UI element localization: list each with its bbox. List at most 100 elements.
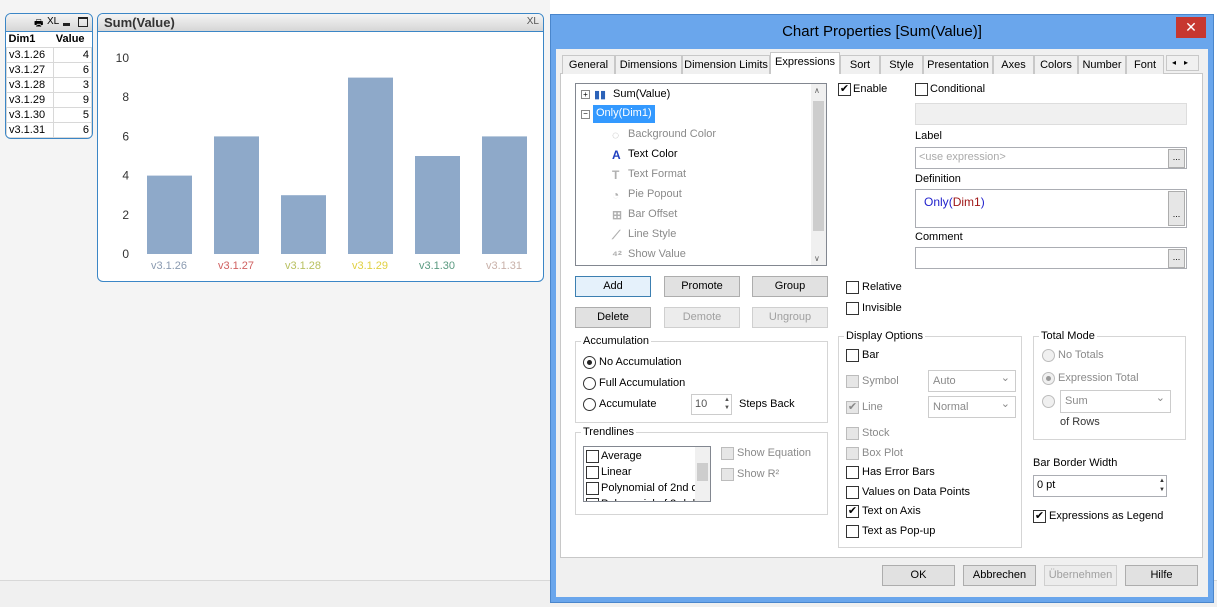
expression-total-radio[interactable] bbox=[1042, 372, 1055, 385]
xl-icon[interactable]: XL bbox=[47, 16, 59, 27]
table-row[interactable]: v3.1.30 5 bbox=[6, 106, 92, 123]
trendline-checkbox[interactable] bbox=[586, 450, 599, 463]
tree-item-text-color[interactable]: Text Color bbox=[628, 148, 678, 160]
box-plot-checkbox[interactable] bbox=[846, 447, 859, 460]
table-row[interactable]: v3.1.27 6 bbox=[6, 61, 92, 78]
cancel-button[interactable]: Abbrechen bbox=[963, 565, 1036, 586]
tab-presentation[interactable]: Presentation bbox=[923, 55, 993, 74]
tree-item-show-value[interactable]: Show Value bbox=[628, 248, 686, 260]
table-row[interactable]: v3.1.31 6 bbox=[6, 121, 92, 138]
tab-general[interactable]: General bbox=[562, 55, 615, 74]
tab-dimension-limits[interactable]: Dimension Limits bbox=[682, 55, 770, 74]
print-icon[interactable]: 🖶 bbox=[34, 16, 43, 33]
tree-item-bar-offset[interactable]: Bar Offset bbox=[628, 208, 677, 220]
bar-checkbox[interactable] bbox=[846, 349, 859, 362]
bar[interactable] bbox=[415, 156, 460, 254]
apply-button[interactable]: Übernehmen bbox=[1044, 565, 1117, 586]
dim1-cell[interactable]: v3.1.28 bbox=[6, 76, 55, 93]
expression-tree[interactable]: + ▮▮ Sum(Value) − Only(Dim1) ◌ Background… bbox=[575, 83, 827, 266]
stock-checkbox[interactable] bbox=[846, 427, 859, 440]
tab-number[interactable]: Number bbox=[1078, 55, 1126, 74]
expressions-as-legend-checkbox[interactable]: ✔ bbox=[1033, 510, 1046, 523]
chart-box[interactable]: Sum(Value) XL 0 2 4 6 8 10 v3.1.26 v3.1.27 v3.1.… bbox=[97, 13, 544, 282]
show-r2-checkbox[interactable] bbox=[721, 468, 734, 481]
dim1-cell[interactable]: v3.1.26 bbox=[6, 46, 55, 63]
invisible-checkbox[interactable] bbox=[846, 302, 859, 315]
stepper-arrows-icon[interactable]: ▲ ▼ bbox=[1159, 477, 1165, 495]
tree-item-background-color[interactable]: Background Color bbox=[628, 128, 716, 140]
scroll-thumb[interactable] bbox=[697, 463, 708, 481]
tree-item-only-dim1[interactable]: Only(Dim1) bbox=[593, 105, 655, 123]
add-button[interactable]: Add bbox=[575, 276, 651, 297]
help-button[interactable]: Hilfe bbox=[1125, 565, 1198, 586]
sum-select[interactable]: Sum bbox=[1060, 388, 1171, 413]
bar-border-width-stepper[interactable]: 0 pt ▲ ▼ bbox=[1033, 475, 1167, 497]
dim1-cell[interactable]: v3.1.31 bbox=[6, 121, 55, 138]
stepper-arrows-icon[interactable]: ▲ ▼ bbox=[724, 396, 730, 412]
scroll-down-icon[interactable]: ∨ bbox=[814, 254, 820, 263]
conditional-checkbox[interactable] bbox=[915, 83, 928, 96]
trendline-checkbox[interactable] bbox=[586, 482, 599, 495]
bar[interactable] bbox=[214, 136, 259, 254]
tab-scroll[interactable]: ◂ ▸ bbox=[1166, 55, 1199, 71]
table-row[interactable]: v3.1.29 9 bbox=[6, 91, 92, 108]
accumulate-radio[interactable] bbox=[583, 398, 596, 411]
close-button[interactable]: ✕ bbox=[1176, 17, 1206, 38]
symbol-select[interactable]: Auto bbox=[928, 368, 1016, 392]
table-row[interactable]: v3.1.26 4 bbox=[6, 46, 92, 63]
dim1-cell[interactable]: v3.1.29 bbox=[6, 91, 55, 108]
bar[interactable] bbox=[147, 175, 192, 254]
tab-colors[interactable]: Colors bbox=[1034, 55, 1078, 74]
text-on-axis-checkbox[interactable]: ✔ bbox=[846, 505, 859, 518]
symbol-checkbox[interactable] bbox=[846, 375, 859, 388]
enable-checkbox[interactable]: ✔ bbox=[838, 83, 851, 96]
text-popup-checkbox[interactable] bbox=[846, 525, 859, 538]
ungroup-button[interactable]: Ungroup bbox=[752, 307, 828, 328]
trendline-checkbox[interactable] bbox=[586, 498, 599, 501]
promote-button[interactable]: Promote bbox=[664, 276, 740, 297]
trend-scrollbar[interactable] bbox=[695, 447, 710, 501]
bar[interactable] bbox=[482, 136, 527, 254]
tab-font[interactable]: Font bbox=[1126, 55, 1164, 74]
show-equation-checkbox[interactable] bbox=[721, 447, 734, 460]
trendline-checkbox[interactable] bbox=[586, 466, 599, 479]
tree-item-pie-popout[interactable]: Pie Popout bbox=[628, 188, 682, 200]
dim1-cell[interactable]: v3.1.27 bbox=[6, 61, 55, 78]
definition-ellipsis-button[interactable]: ... bbox=[1168, 191, 1185, 226]
ok-button[interactable]: OK bbox=[882, 565, 955, 586]
definition-input[interactable]: Only(Dim1) bbox=[915, 189, 1187, 228]
delete-button[interactable]: Delete bbox=[575, 307, 651, 328]
line-checkbox[interactable]: ✔ bbox=[846, 401, 859, 414]
values-on-points-checkbox[interactable] bbox=[846, 486, 859, 499]
full-accumulation-radio[interactable] bbox=[583, 377, 596, 390]
label-input[interactable]: <use expression> bbox=[915, 147, 1187, 169]
trendlines-list[interactable]: Average Linear Polynomial of 2nd d Polynomi… bbox=[583, 446, 711, 502]
no-accumulation-radio[interactable] bbox=[583, 356, 596, 369]
maximize-icon[interactable] bbox=[78, 17, 88, 27]
tree-scrollbar[interactable]: ∧ ∨ bbox=[811, 84, 826, 265]
column-header-dim1[interactable]: Dim1 bbox=[6, 32, 54, 48]
relative-checkbox[interactable] bbox=[846, 281, 859, 294]
tree-item-text-format[interactable]: Text Format bbox=[628, 168, 686, 180]
tree-item-sum-value[interactable]: Sum(Value) bbox=[613, 88, 670, 100]
bar[interactable] bbox=[348, 77, 393, 254]
tree-item-line-style[interactable]: Line Style bbox=[628, 228, 676, 240]
sum-radio[interactable] bbox=[1042, 395, 1055, 408]
scroll-up-icon[interactable]: ∧ bbox=[814, 86, 820, 95]
comment-input[interactable] bbox=[915, 247, 1187, 269]
bar[interactable] bbox=[281, 195, 326, 254]
scroll-left-icon[interactable]: ◂ bbox=[1172, 58, 1176, 67]
tab-expressions[interactable]: Expressions bbox=[770, 52, 840, 74]
no-totals-radio[interactable] bbox=[1042, 349, 1055, 362]
scroll-thumb[interactable] bbox=[813, 101, 824, 231]
demote-button[interactable]: Demote bbox=[664, 307, 740, 328]
comment-ellipsis-button[interactable]: ... bbox=[1168, 249, 1185, 268]
line-select[interactable]: Normal bbox=[928, 394, 1016, 418]
minimize-icon[interactable] bbox=[63, 23, 70, 26]
steps-back-stepper[interactable]: 10 ▲ ▼ bbox=[691, 394, 732, 415]
error-bars-checkbox[interactable] bbox=[846, 466, 859, 479]
table-row[interactable]: v3.1.28 3 bbox=[6, 76, 92, 93]
dim1-cell[interactable]: v3.1.30 bbox=[6, 106, 55, 123]
scroll-right-icon[interactable]: ▸ bbox=[1184, 58, 1188, 67]
table-box[interactable]: 🖶 XL Dim1 Value v3.1.26 4 v3.1.27 6 v3.1.28 3 v… bbox=[5, 13, 93, 139]
